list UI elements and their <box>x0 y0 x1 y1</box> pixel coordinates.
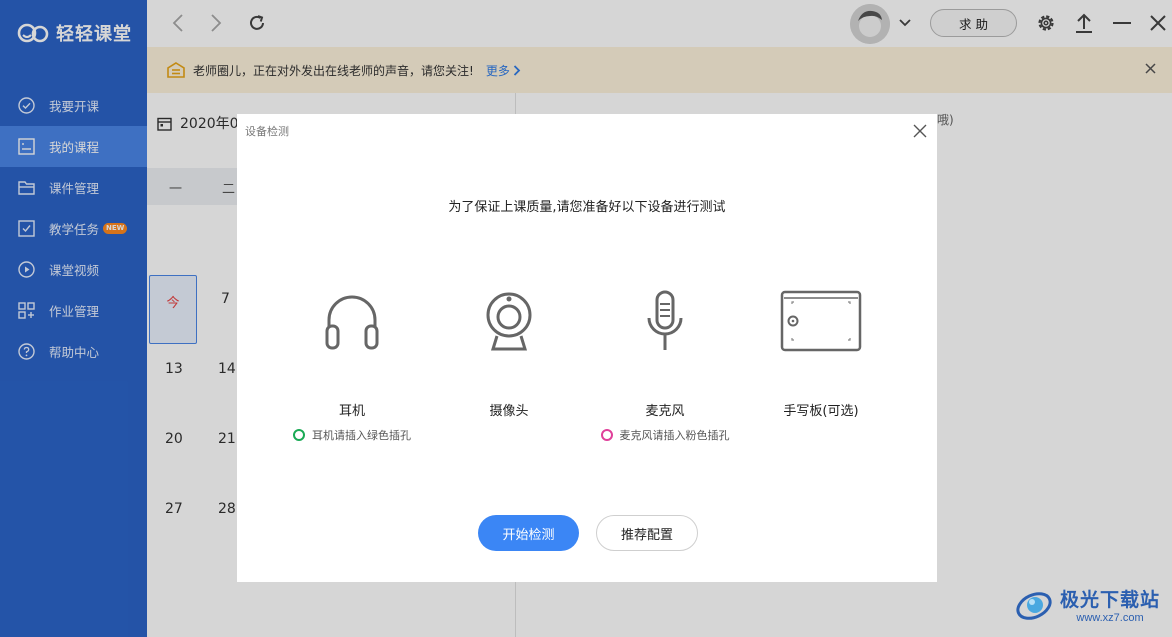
pink-jack-indicator <box>600 429 613 441</box>
watermark-logo-icon <box>1016 592 1052 620</box>
device-hint-text: 耳机请插入绿色插孔 <box>312 429 411 442</box>
dialog-heading: 为了保证上课质量,请您准备好以下设备进行测试 <box>448 200 726 215</box>
start-check-button[interactable]: 开始检测 <box>478 515 579 551</box>
headphones-icon <box>262 286 442 356</box>
green-jack-indicator <box>293 429 305 441</box>
device-webcam: 摄像头 <box>419 286 599 419</box>
webcam-icon <box>419 286 599 356</box>
device-check-dialog: 设备检测 为了保证上课质量,请您准备好以下设备进行测试 耳机 耳机请插入绿色插孔 <box>237 114 937 582</box>
device-label: 手写板(可选) <box>783 404 859 419</box>
device-microphone: 麦克风 麦克风请插入粉色插孔 <box>575 286 755 443</box>
device-hint-text: 麦克风请插入粉色插孔 <box>619 429 730 442</box>
microphone-icon <box>575 286 755 356</box>
device-hint: 耳机请插入绿色插孔 <box>262 427 442 443</box>
dialog-close-button[interactable] <box>913 123 929 139</box>
close-icon <box>913 124 927 138</box>
device-hint: 麦克风请插入粉色插孔 <box>575 427 755 443</box>
watermark-url: www.xz7.com <box>1076 611 1144 624</box>
device-tablet: 手写板(可选) <box>731 286 911 419</box>
watermark-title: 极光下载站 <box>1060 588 1161 611</box>
device-headphones: 耳机 耳机请插入绿色插孔 <box>262 286 442 443</box>
device-label: 摄像头 <box>489 404 529 419</box>
device-label: 麦克风 <box>645 404 685 419</box>
recommended-config-button[interactable]: 推荐配置 <box>596 515 698 551</box>
tablet-icon <box>731 286 911 356</box>
watermark: 极光下载站 www.xz7.com <box>1014 584 1160 624</box>
dialog-title: 设备检测 <box>245 125 289 138</box>
device-label: 耳机 <box>338 404 365 419</box>
